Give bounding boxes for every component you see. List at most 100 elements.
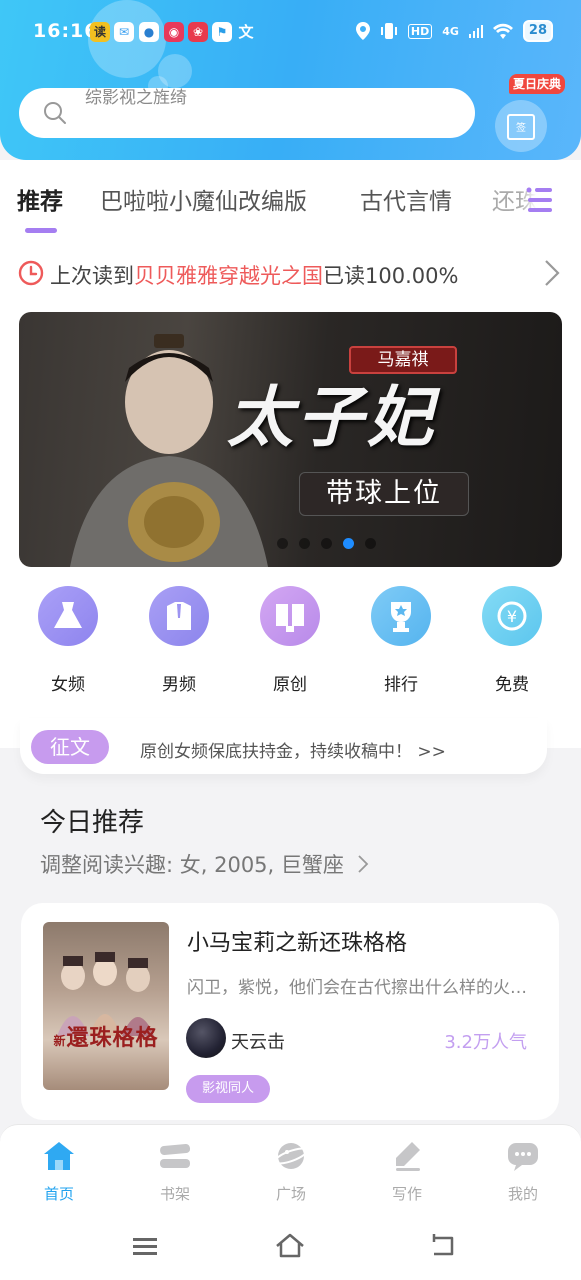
coin-icon: ¥ [482, 586, 542, 646]
contest-text: 原创女频保底扶持金，持续收稿中！ >> [140, 742, 446, 762]
category-male[interactable]: 男频 [139, 586, 219, 695]
category-female[interactable]: 女频 [28, 586, 108, 695]
bookshelf-icon [160, 1144, 191, 1168]
status-bar: 16:16 读 ✉ ● ◉ ❀ ⚑ 文 HD 4G 28 [0, 14, 581, 50]
cover-prefix: 新 [53, 1034, 67, 1048]
nav-label: 我的 [507, 1185, 538, 1203]
cover-title-text: 還珠格格 [66, 1025, 159, 1051]
nav-write[interactable]: 写作 [367, 1139, 447, 1204]
avatar [186, 1018, 226, 1058]
nav-label: 书架 [159, 1185, 190, 1203]
banner-pagination[interactable] [277, 538, 376, 549]
banner-dot[interactable] [277, 538, 288, 549]
home-icon [44, 1142, 74, 1170]
notification-app-icon: ◉ [164, 22, 184, 42]
back-icon[interactable] [428, 1230, 460, 1262]
category-label: 男频 [162, 675, 196, 695]
cover-title: 新還珠格格 [49, 1020, 163, 1052]
category-original[interactable]: 原创 [250, 586, 330, 695]
trophy-icon [371, 586, 431, 646]
location-icon [355, 22, 370, 40]
menu-icon [526, 187, 552, 212]
category-label: 女频 [51, 675, 85, 695]
tab-menu-button[interactable] [520, 184, 560, 216]
history-book-title: 贝贝雅雅穿越光之国 [134, 264, 323, 288]
nav-home[interactable]: 首页 [19, 1139, 99, 1204]
svg-text:¥: ¥ [507, 607, 517, 626]
tab-recommend[interactable]: 推荐 [17, 182, 63, 216]
category-ranking[interactable]: 排行 [361, 586, 441, 695]
clock-icon [18, 260, 44, 286]
reading-interest-link[interactable]: 调整阅读兴趣: 女, 2005, 巨蟹座 [40, 849, 369, 879]
banner-dot[interactable] [365, 538, 376, 549]
nav-label: 写作 [391, 1185, 422, 1203]
search-placeholder: 综影视之旌绮 [85, 88, 187, 108]
search-icon [44, 102, 66, 124]
search-bar[interactable]: 综影视之旌绮 [19, 88, 475, 138]
menu-icon[interactable] [129, 1230, 161, 1262]
nav-profile[interactable]: 我的 [483, 1139, 563, 1204]
daily-checkin-gift[interactable]: 夏日庆典 签 [495, 74, 565, 154]
category-label: 排行 [384, 675, 418, 695]
category-label: 原创 [273, 675, 307, 695]
gift-icon: 签 [507, 114, 535, 140]
nav-bookshelf[interactable]: 书架 [135, 1139, 215, 1204]
book-title: 小马宝莉之新还珠格格 [187, 931, 408, 956]
home-icon[interactable] [274, 1230, 306, 1262]
category-free[interactable]: ¥ 免费 [472, 586, 552, 695]
app-header: 16:16 读 ✉ ● ◉ ❀ ⚑ 文 HD 4G 28 综影视之旌绮 夏日庆典… [0, 0, 581, 160]
active-tab-indicator [25, 228, 57, 233]
tab-ancient-romance[interactable]: 古代言情 [360, 182, 452, 216]
category-label: 免费 [495, 675, 529, 695]
hd-indicator: HD [407, 23, 433, 39]
notification-flag-icon: ⚑ [212, 22, 232, 42]
nav-square[interactable]: 广场 [251, 1139, 331, 1204]
category-tabs: 推荐 巴啦啦小魔仙改编版 古代言情 还珠 [0, 160, 581, 248]
clock-time: 16:16 [33, 20, 99, 42]
history-text: 上次读到贝贝雅雅穿越光之国已读100.00% [50, 260, 458, 290]
history-progress: 已读100.00% [323, 264, 459, 288]
planet-icon [273, 1143, 309, 1169]
network-type: 4G [442, 24, 459, 38]
history-prefix: 上次读到 [50, 264, 134, 288]
pen-icon [396, 1142, 420, 1171]
contest-notice[interactable]: 征文 原创女频保底扶持金，持续收稿中！ >> [20, 718, 547, 774]
banner-dot-active[interactable] [343, 538, 354, 549]
book-card[interactable]: 新還珠格格 小马宝莉之新还珠格格 闪卫，紫悦，他们会在古代擦出什么样的火花呢 天… [21, 903, 559, 1120]
nav-label: 广场 [275, 1185, 306, 1203]
dress-icon [38, 586, 98, 646]
book-genre-tag[interactable]: 影视同人 [186, 1075, 271, 1103]
promo-banner[interactable]: 马嘉祺 太子妃 带球上位 [19, 312, 562, 567]
banner-dot[interactable] [299, 538, 310, 549]
book-cover-image: 新還珠格格 [43, 922, 169, 1090]
reading-interest-text: 调整阅读兴趣: 女, 2005, 巨蟹座 [40, 853, 344, 877]
tab-balala[interactable]: 巴啦啦小魔仙改编版 [100, 182, 307, 216]
bottom-navigation: 首页 书架 广场 写作 我的 [0, 1124, 581, 1210]
nav-label: 首页 [43, 1185, 74, 1203]
contest-tag: 征文 [31, 730, 109, 764]
notification-app-icon: 读 [90, 22, 110, 42]
notification-app-icon: ❀ [188, 22, 208, 42]
notification-app-icon: ● [139, 22, 159, 42]
system-navigation-bar [0, 1210, 581, 1280]
reading-history-bar[interactable]: 上次读到贝贝雅雅穿越光之国已读100.00% [0, 248, 581, 298]
section-title: 今日推荐 [40, 808, 145, 838]
notification-translate-icon: 文 [238, 23, 254, 41]
book-icon [260, 586, 320, 646]
notification-mail-icon: ✉ [114, 22, 134, 42]
shirt-icon [149, 586, 209, 646]
banner-dot[interactable] [321, 538, 332, 549]
banner-subtitle: 带球上位 [299, 472, 469, 516]
battery-indicator: 28 [522, 20, 553, 42]
vibrate-icon [380, 23, 397, 39]
chat-icon [508, 1143, 538, 1171]
author-name: 天云击 [231, 1032, 285, 1053]
status-right: HD 4G 28 [355, 20, 553, 42]
book-description: 闪卫，紫悦，他们会在古代擦出什么样的火花呢 [187, 978, 533, 998]
wifi-icon [492, 23, 513, 39]
banner-section: 马嘉祺 太子妃 带球上位 [0, 298, 581, 578]
popularity-count: 3.2万人气 [444, 1032, 527, 1053]
banner-title: 太子妃 [227, 378, 437, 456]
signal-icon [468, 25, 483, 38]
summer-festival-badge: 夏日庆典 [509, 74, 565, 94]
